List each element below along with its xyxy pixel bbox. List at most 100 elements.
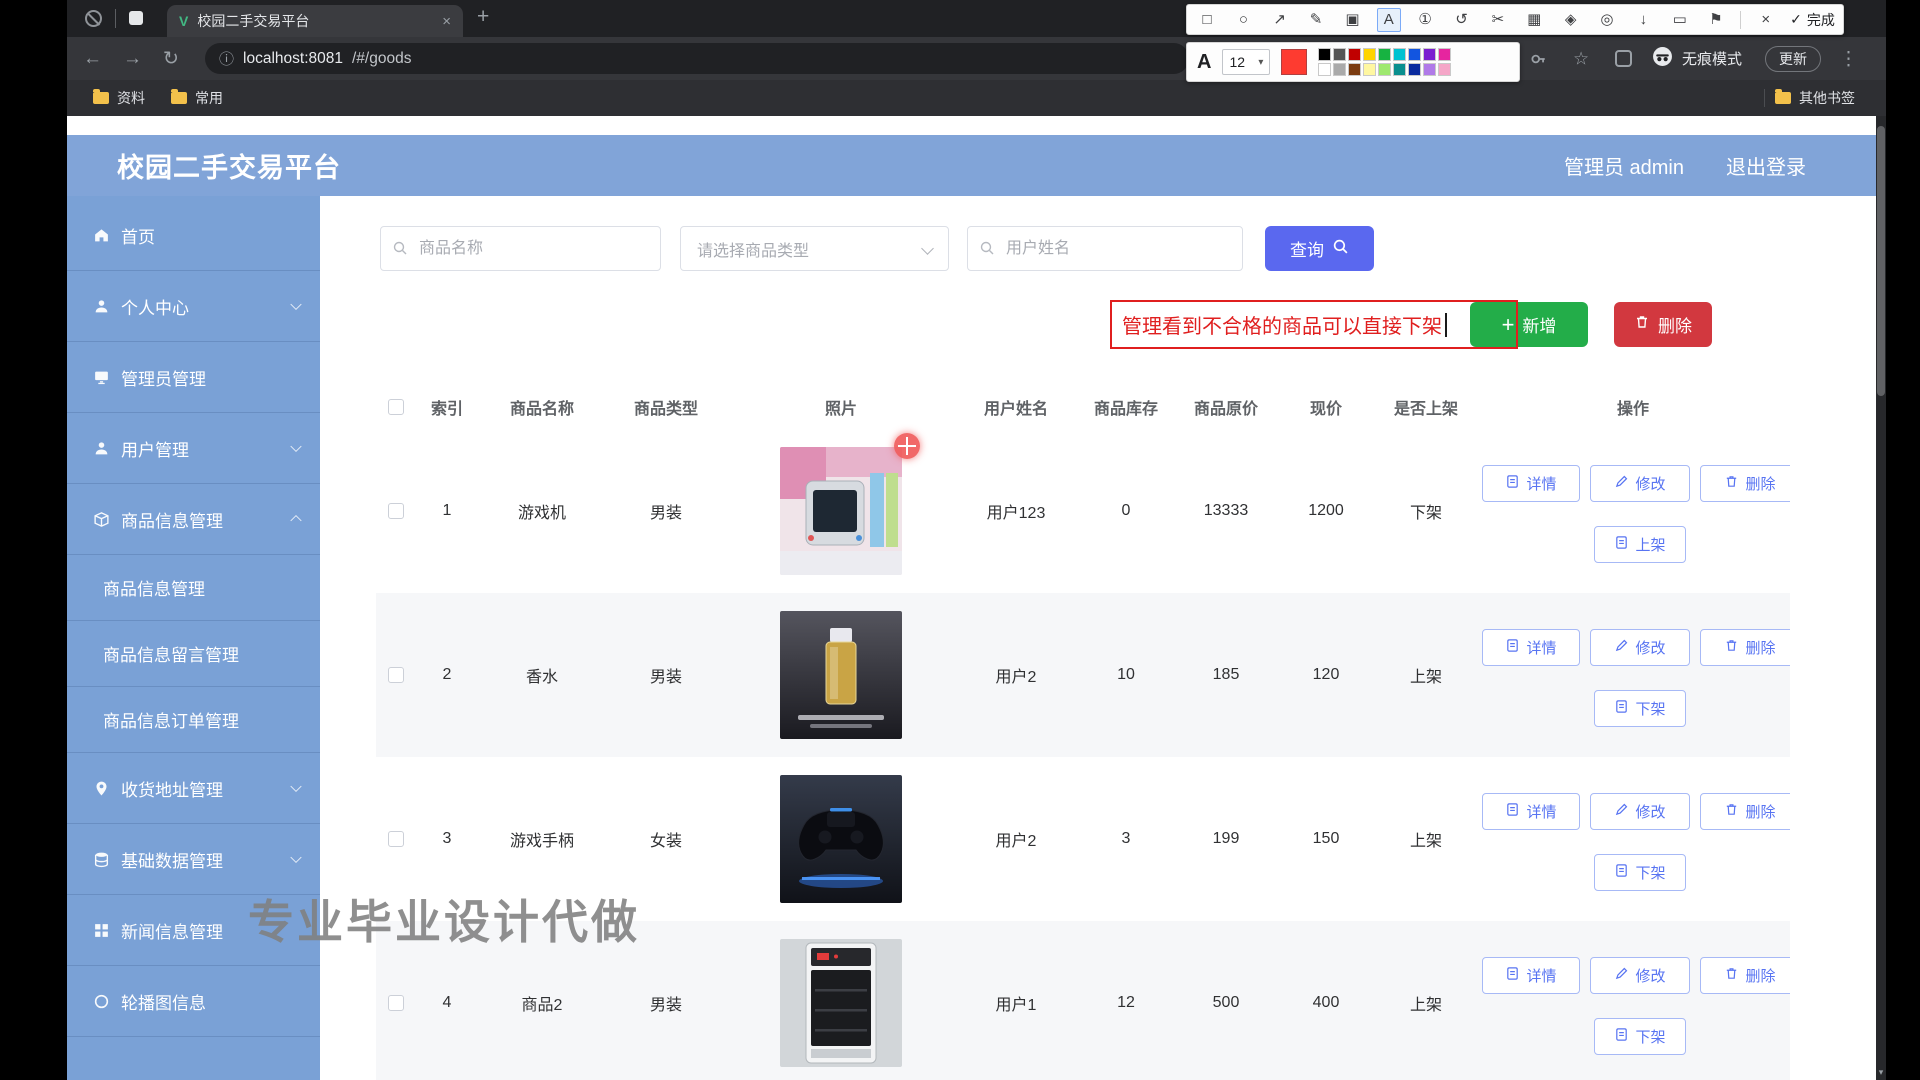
address-bar[interactable]: ⓘ localhost:8081 /#/goods: [205, 43, 1189, 74]
palette-swatch[interactable]: [1363, 63, 1376, 76]
user-name-input[interactable]: [967, 226, 1243, 271]
incognito-badge[interactable]: 无痕模式: [1652, 37, 1742, 80]
flag-icon[interactable]: ⚑: [1704, 8, 1728, 32]
pinned-tab-icon[interactable]: [129, 11, 143, 25]
pin-tool-icon[interactable]: ◈: [1559, 8, 1583, 32]
update-button[interactable]: 更新: [1765, 46, 1821, 72]
edit-button[interactable]: 修改: [1590, 793, 1690, 830]
palette-swatch[interactable]: [1423, 48, 1436, 61]
scroll-down-arrow-icon[interactable]: ▾: [1876, 1067, 1886, 1078]
logout-link[interactable]: 退出登录: [1726, 151, 1806, 180]
sidebar-item-profile[interactable]: 个人中心: [67, 271, 320, 342]
palette-swatch[interactable]: [1393, 48, 1406, 61]
sidebar-subitem-goods-comments[interactable]: 商品信息留言管理: [67, 621, 320, 687]
add-button[interactable]: + 新增: [1470, 302, 1588, 347]
row-delete-button[interactable]: 删除: [1700, 465, 1790, 502]
side-panel-icon[interactable]: [1615, 50, 1632, 67]
back-button[interactable]: ←: [83, 48, 102, 70]
bookmark-star-icon[interactable]: ☆: [1573, 48, 1589, 69]
save-icon[interactable]: ▭: [1668, 8, 1692, 32]
palette-swatch[interactable]: [1408, 63, 1421, 76]
text-tool-icon[interactable]: A: [1377, 8, 1401, 32]
edit-button[interactable]: 修改: [1590, 629, 1690, 666]
palette-swatch[interactable]: [1318, 63, 1331, 76]
toggle-shelf-button[interactable]: 下架: [1594, 854, 1686, 891]
detail-button[interactable]: 详情: [1482, 629, 1580, 666]
edit-button[interactable]: 修改: [1590, 957, 1690, 994]
sidebar-item-address-mgmt[interactable]: 收货地址管理: [67, 753, 320, 824]
palette-swatch[interactable]: [1393, 63, 1406, 76]
undo-icon[interactable]: ↺: [1450, 8, 1474, 32]
palette-swatch[interactable]: [1348, 48, 1361, 61]
row-actions: 详情 修改 删除 上架: [1476, 429, 1790, 593]
other-bookmarks-button[interactable]: 其他书签: [1775, 88, 1855, 108]
target-tool-icon[interactable]: ◎: [1595, 8, 1619, 32]
palette-swatch[interactable]: [1318, 48, 1331, 61]
bookmark-folder[interactable]: 常用: [171, 88, 223, 108]
detail-button[interactable]: 详情: [1482, 793, 1580, 830]
row-checkbox[interactable]: [388, 831, 404, 847]
scrollbar-thumb[interactable]: [1877, 126, 1885, 396]
new-tab-button[interactable]: +: [477, 5, 489, 29]
row-delete-button[interactable]: 删除: [1700, 629, 1790, 666]
cancel-capture-icon[interactable]: ×: [1754, 8, 1778, 32]
rect-tool-icon[interactable]: □: [1195, 8, 1219, 32]
palette-swatch[interactable]: [1333, 48, 1346, 61]
detail-button[interactable]: 详情: [1482, 957, 1580, 994]
goods-name-input[interactable]: [380, 226, 661, 271]
row-delete-button[interactable]: 删除: [1700, 793, 1790, 830]
menu-more-icon[interactable]: ⋮: [1839, 47, 1858, 70]
tab-close-icon[interactable]: ×: [442, 13, 451, 30]
sidebar-item-user-mgmt[interactable]: 用户管理: [67, 413, 320, 484]
palette-swatch[interactable]: [1378, 63, 1391, 76]
font-size-select[interactable]: 12 ▾: [1222, 49, 1270, 75]
sidebar-subitem-goods-info[interactable]: 商品信息管理: [67, 555, 320, 621]
browser-tab[interactable]: V 校园二手交易平台 ×: [167, 5, 463, 37]
sidebar-item-admin-mgmt[interactable]: 管理员管理: [67, 342, 320, 413]
password-key-icon[interactable]: [1529, 50, 1547, 73]
palette-swatch[interactable]: [1333, 63, 1346, 76]
current-color-swatch[interactable]: [1281, 49, 1307, 75]
site-info-icon[interactable]: ⓘ: [219, 48, 234, 69]
image-tool-icon[interactable]: ▣: [1340, 8, 1364, 32]
palette-swatch[interactable]: [1438, 63, 1451, 76]
detail-button[interactable]: 详情: [1482, 465, 1580, 502]
circle-slash-icon[interactable]: [85, 10, 102, 27]
scrollbar[interactable]: ▾: [1876, 116, 1886, 1080]
bookmark-folder[interactable]: 资料: [93, 88, 145, 108]
row-checkbox[interactable]: [388, 667, 404, 683]
tab-divider: [115, 9, 116, 28]
pen-tool-icon[interactable]: ✎: [1304, 8, 1328, 32]
forward-button[interactable]: →: [123, 48, 142, 70]
palette-swatch[interactable]: [1423, 63, 1436, 76]
sidebar-item-goods-mgmt[interactable]: 商品信息管理: [67, 484, 320, 555]
palette-swatch[interactable]: [1363, 48, 1376, 61]
download-icon[interactable]: ↓: [1631, 8, 1655, 32]
sidebar-subitem-goods-orders[interactable]: 商品信息订单管理: [67, 687, 320, 753]
ellipse-tool-icon[interactable]: ○: [1231, 8, 1255, 32]
arrow-tool-icon[interactable]: ↗: [1268, 8, 1292, 32]
mosaic-tool-icon[interactable]: ▦: [1522, 8, 1546, 32]
number-tool-icon[interactable]: ①: [1413, 8, 1437, 32]
row-delete-button[interactable]: 删除: [1700, 957, 1790, 994]
edit-button[interactable]: 修改: [1590, 465, 1690, 502]
select-all-checkbox[interactable]: [388, 399, 404, 415]
capture-done-button[interactable]: ✓ 完成: [1790, 10, 1835, 30]
bulk-delete-button[interactable]: 删除: [1614, 302, 1712, 347]
sidebar-item-base-data[interactable]: 基础数据管理: [67, 824, 320, 895]
toggle-shelf-button[interactable]: 上架: [1594, 526, 1686, 563]
palette-swatch[interactable]: [1378, 48, 1391, 61]
row-checkbox[interactable]: [388, 995, 404, 1011]
row-checkbox[interactable]: [388, 503, 404, 519]
palette-swatch[interactable]: [1408, 48, 1421, 61]
crop-tool-icon[interactable]: ✂: [1486, 8, 1510, 32]
toggle-shelf-button[interactable]: 下架: [1594, 690, 1686, 727]
sidebar-item-home[interactable]: 首页: [67, 200, 320, 271]
reload-button[interactable]: ↻: [163, 47, 179, 70]
query-button[interactable]: 查询: [1265, 226, 1374, 271]
goods-type-select[interactable]: 请选择商品类型: [680, 226, 949, 271]
toggle-shelf-button[interactable]: 下架: [1594, 1018, 1686, 1055]
palette-swatch[interactable]: [1348, 63, 1361, 76]
palette-swatch[interactable]: [1438, 48, 1451, 61]
sidebar-item-carousel[interactable]: 轮播图信息: [67, 966, 320, 1037]
